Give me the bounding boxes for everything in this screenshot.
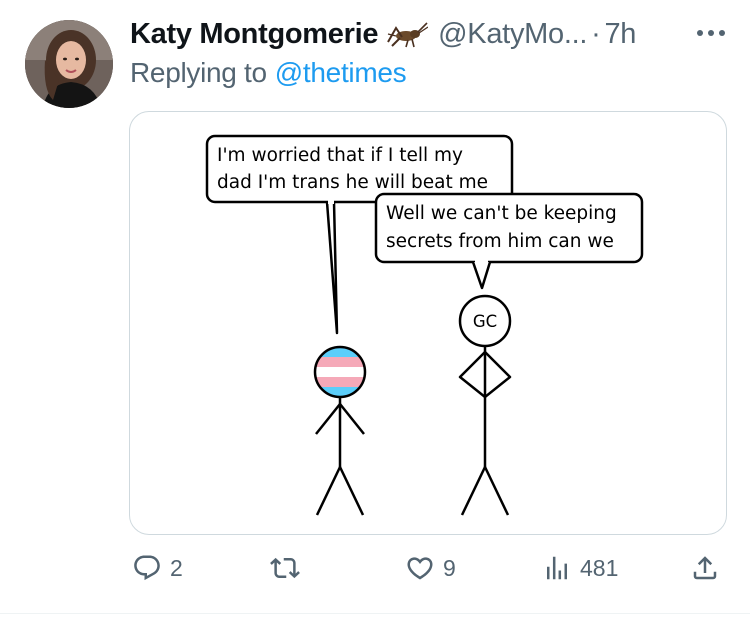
retweet-button[interactable]: [270, 548, 308, 588]
author-name[interactable]: Katy Montgomerie: [130, 18, 378, 51]
like-button[interactable]: 9: [405, 548, 456, 588]
like-count: 9: [443, 554, 456, 581]
right-bubble-line-1: Well we can't be keeping: [386, 203, 617, 224]
right-speech-bubble: Well we can't be keeping secrets from hi…: [374, 192, 644, 290]
cricket-icon: [386, 20, 429, 48]
tweet-divider: [0, 613, 750, 614]
more-options-button[interactable]: [694, 22, 728, 44]
views-button[interactable]: 481: [542, 548, 618, 588]
left-bubble-line-1: I'm worried that if I tell my: [217, 145, 463, 166]
left-stick-figure: [313, 345, 367, 516]
avatar-photo: [25, 20, 113, 108]
heart-icon: [407, 557, 433, 580]
reply-button[interactable]: 2: [132, 548, 183, 588]
reply-icon: [134, 555, 160, 581]
replying-to: Replying to @thetimes: [130, 56, 407, 90]
left-bubble-line-2: dad I'm trans he will beat me: [217, 172, 488, 193]
avatar[interactable]: [25, 20, 113, 108]
author-handle[interactable]: @KatyMo...: [438, 18, 587, 51]
views-bar-chart-icon: [547, 556, 567, 580]
media-image[interactable]: I'm worried that if I tell my dad I'm tr…: [129, 111, 727, 535]
comic-image: I'm worried that if I tell my dad I'm tr…: [205, 134, 644, 516]
reply-count: 2: [170, 554, 183, 581]
reply-to-handle-link[interactable]: @thetimes: [275, 57, 407, 89]
right-stick-figure: GC: [458, 294, 512, 516]
tweet-action-bar: 2 9 481: [0, 548, 750, 588]
share-icon: [693, 556, 717, 580]
views-count: 481: [580, 554, 619, 581]
tweet-time[interactable]: 7h: [604, 18, 636, 51]
retweet-icon: [270, 557, 300, 579]
tweet-header: Katy Montgomerie @KatyMo... · 7h: [130, 16, 730, 52]
separator-dot: ·: [591, 17, 601, 50]
gc-head-label: GC: [473, 312, 497, 331]
more-dots-icon: [697, 30, 725, 36]
share-button[interactable]: [690, 548, 720, 588]
reply-prefix: Replying to: [130, 57, 267, 88]
right-bubble-line-2: secrets from him can we: [386, 231, 614, 252]
